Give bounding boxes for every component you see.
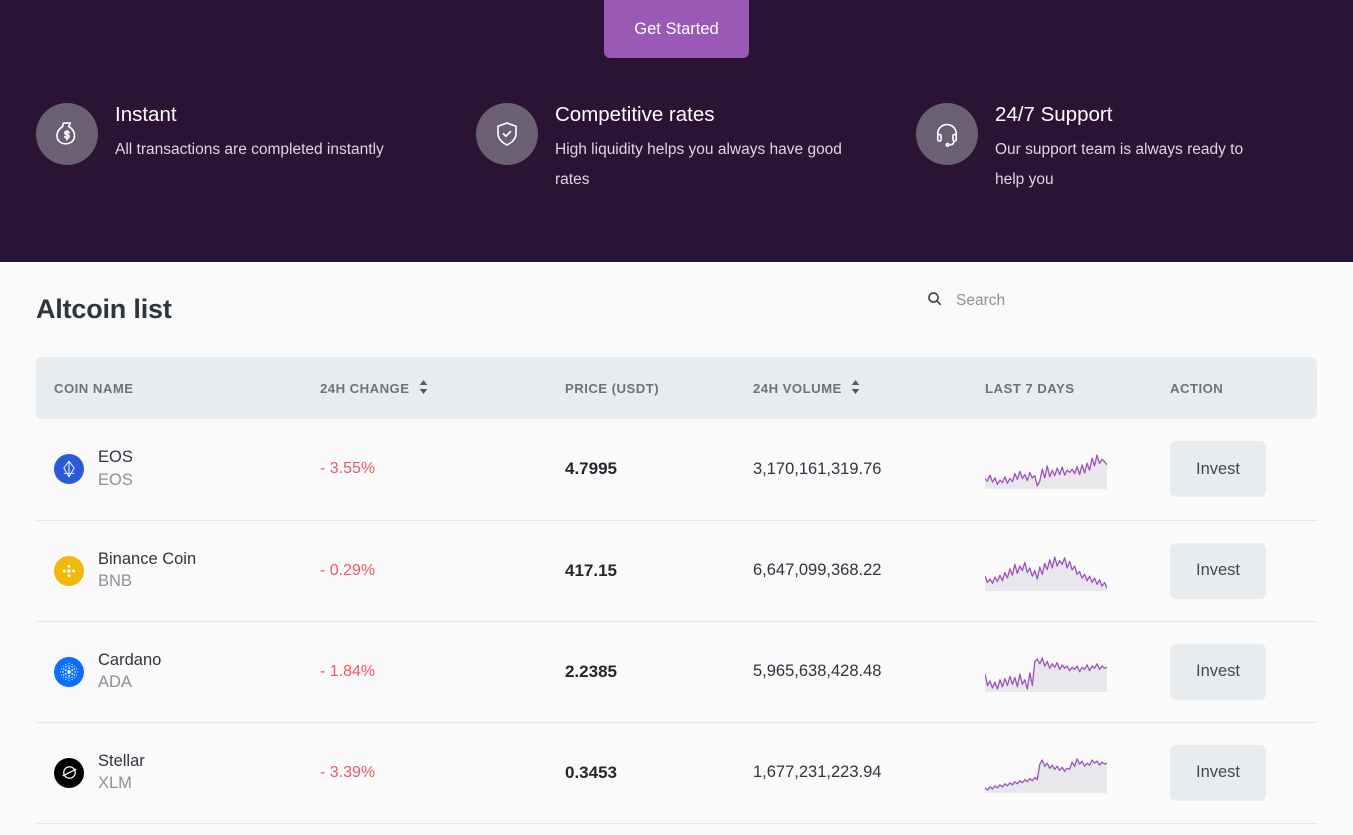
invest-button[interactable]: Invest (1170, 744, 1266, 801)
invest-button[interactable]: Invest (1170, 441, 1266, 498)
coin-full-name: Binance Coin (98, 549, 197, 568)
cell-coin-name: Stellar XLM (36, 722, 320, 823)
column-header-action: ACTION (1170, 357, 1317, 419)
feature-description: High liquidity helps you always have goo… (555, 141, 842, 188)
cell-action: Invest (1170, 621, 1317, 722)
cell-sparkline (985, 722, 1170, 823)
cell-24h-volume: 1,677,231,223.94 (753, 763, 882, 781)
coin-symbol: XLM (98, 774, 132, 792)
xlm-icon (54, 757, 84, 788)
column-header-coin-name: COIN NAME (36, 357, 320, 419)
cell-sparkline (985, 520, 1170, 621)
feature-item-support: 24/7 Support Our support team is always … (916, 100, 1316, 195)
table-head: COIN NAME 24H CHANGE PRICE (USDT) 24H VO… (36, 357, 1317, 419)
get-started-button[interactable]: Get Started (604, 0, 749, 58)
column-header-24h-volume[interactable]: 24H VOLUME (753, 357, 985, 419)
coin-full-name: Stellar (98, 751, 145, 770)
column-header-last-7-days: LAST 7 DAYS (985, 357, 1170, 419)
feature-text: 24/7 Support Our support team is always … (995, 100, 1265, 195)
cell-coin-name: Cardano ADA (36, 621, 320, 722)
ada-icon (54, 656, 84, 687)
column-label: LAST 7 DAYS (985, 380, 1075, 396)
invest-button[interactable]: Invest (1170, 542, 1266, 599)
search-container (926, 290, 1186, 312)
headset-icon (916, 103, 978, 165)
search-input[interactable] (956, 290, 1186, 312)
altcoin-list-section: Altcoin list COIN NAME (0, 262, 1353, 824)
table-row: Binance Coin BNB - 0.29% 417.15 6,647,099,36… (36, 520, 1317, 621)
cell-24h-volume: 3,170,161,319.76 (753, 459, 882, 478)
cell-action: Invest (1170, 419, 1317, 520)
invest-button[interactable]: Invest (1170, 643, 1266, 700)
cell-24h-volume: 6,647,099,368.22 (753, 561, 882, 579)
cell-24h-change: - 0.29% (320, 561, 376, 579)
get-started-container: Get Started (604, 0, 749, 58)
cell-sparkline (985, 419, 1170, 520)
table-row: Cardano ADA - 1.84% 2.2385 5,965,638,428.48 I… (36, 621, 1317, 722)
cell-sparkline (985, 621, 1170, 722)
feature-title: 24/7 Support (995, 103, 1113, 126)
bnb-icon (54, 555, 84, 586)
eos-icon (54, 454, 84, 485)
sort-icon[interactable] (851, 379, 860, 397)
column-header-24h-change[interactable]: 24H CHANGE (320, 357, 565, 419)
feature-description: All transactions are completed instantly (115, 141, 384, 158)
feature-item-instant: Instant All transactions are completed i… (36, 100, 466, 195)
feature-text: Competitive rates High liquidity helps y… (555, 100, 845, 195)
cell-24h-change: - 1.84% (320, 662, 376, 680)
feature-list: Instant All transactions are completed i… (0, 100, 1353, 195)
cell-24h-change: - 3.39% (320, 763, 376, 781)
cell-action: Invest (1170, 722, 1317, 823)
column-label: PRICE (USDT) (565, 380, 660, 396)
search-icon[interactable] (926, 290, 943, 312)
column-label: COIN NAME (54, 380, 134, 396)
column-header-price: PRICE (USDT) (565, 357, 753, 419)
sort-icon[interactable] (419, 379, 428, 397)
cell-coin-name: Binance Coin BNB (36, 520, 320, 621)
table-row: EOS EOS - 3.55% 4.7995 3,170,161,319.76 Inves… (36, 419, 1317, 520)
money-bag-icon (36, 103, 98, 165)
feature-title: Instant (115, 103, 177, 126)
hero-section: Get Started Instant All transactions are… (0, 0, 1353, 262)
shield-check-icon (476, 103, 538, 165)
feature-text: Instant All transactions are completed i… (115, 100, 384, 165)
cell-price: 4.7995 (565, 459, 617, 479)
column-label: ACTION (1170, 380, 1224, 396)
column-label: 24H VOLUME (753, 380, 842, 396)
coin-full-name: Cardano (98, 650, 162, 669)
altcoin-table: COIN NAME 24H CHANGE PRICE (USDT) 24H VO… (36, 357, 1317, 824)
feature-item-competitive-rates: Competitive rates High liquidity helps y… (476, 100, 906, 195)
cell-24h-change: - 3.55% (320, 460, 376, 478)
cell-24h-volume: 5,965,638,428.48 (753, 662, 882, 680)
cell-price: 0.3453 (565, 762, 617, 782)
table-body: EOS EOS - 3.55% 4.7995 3,170,161,319.76 Inves… (36, 419, 1317, 823)
cell-price: 417.15 (565, 560, 617, 580)
table-header-row: COIN NAME 24H CHANGE PRICE (USDT) 24H VO… (36, 357, 1317, 419)
coin-full-name: EOS (98, 448, 133, 467)
column-label: 24H CHANGE (320, 380, 410, 396)
cell-action: Invest (1170, 520, 1317, 621)
cell-price: 2.2385 (565, 661, 617, 681)
cell-coin-name: EOS EOS (36, 419, 320, 520)
feature-title: Competitive rates (555, 103, 715, 126)
coin-symbol: EOS (98, 470, 133, 489)
list-header: Altcoin list (36, 262, 1317, 357)
coin-symbol: ADA (98, 673, 132, 691)
page-title: Altcoin list (36, 294, 172, 324)
table-row: Stellar XLM - 3.39% 0.3453 1,677,231,223.94 I… (36, 722, 1317, 823)
coin-symbol: BNB (98, 572, 132, 590)
feature-description: Our support team is always ready to help… (995, 141, 1244, 188)
